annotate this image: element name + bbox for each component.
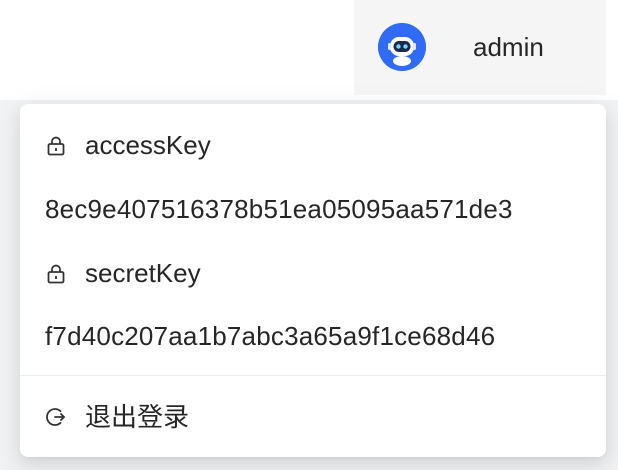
menu-divider [20,375,606,376]
menu-item-label: secretKey [85,258,201,288]
menu-item-label: 退出登录 [85,402,190,432]
menu-item-label: accessKey [85,130,211,160]
menu-item-accesskey-value[interactable]: 8ec9e407516378b51ea05095aa571de3 [20,179,606,239]
secretkey-value: f7d40c207aa1b7abc3a65a9f1ce68d46 [45,321,496,351]
user-menu-trigger[interactable]: admin [354,0,606,95]
robot-avatar-icon [378,23,426,71]
user-dropdown-menu: accessKey 8ec9e407516378b51ea05095aa571d… [20,104,606,457]
accesskey-value: 8ec9e407516378b51ea05095aa571de3 [45,194,513,224]
lock-icon [45,135,67,157]
menu-item-secretkey-value[interactable]: f7d40c207aa1b7abc3a65a9f1ce68d46 [20,306,606,366]
menu-item-logout[interactable]: 退出登录 [20,387,606,447]
top-header: admin [0,0,618,100]
username-label: admin [473,32,544,62]
menu-item-accesskey[interactable]: accessKey [20,115,606,175]
page: admin accessKey 8ec9e407516378b51ea05095… [0,0,618,470]
menu-item-secretkey[interactable]: secretKey [20,243,606,303]
lock-icon [45,263,67,285]
logout-icon [45,406,67,428]
